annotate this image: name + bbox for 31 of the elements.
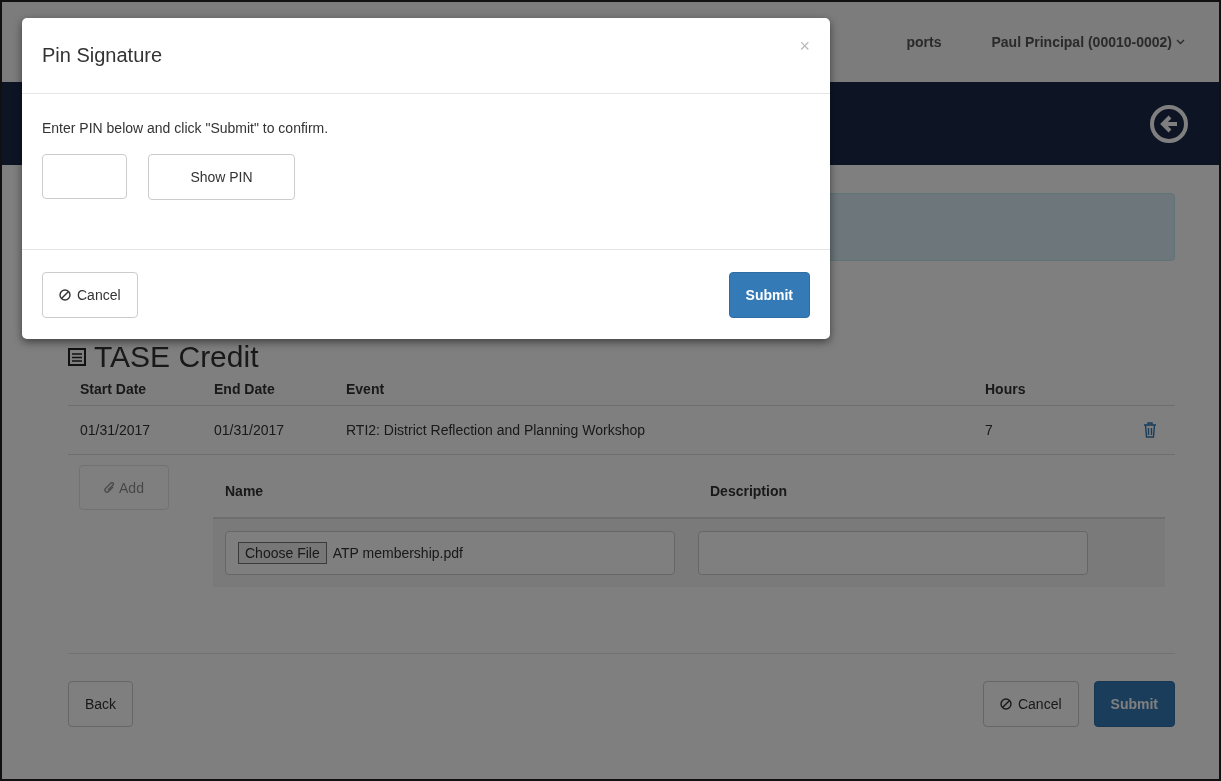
document-icon xyxy=(68,348,86,366)
nav-link[interactable]: ports xyxy=(906,34,942,50)
ban-icon xyxy=(59,288,71,301)
choose-file-button[interactable]: Choose File xyxy=(238,542,327,564)
submit-button[interactable]: Submit xyxy=(1093,681,1175,727)
submit-button[interactable]: Submit xyxy=(728,271,810,318)
pin-field[interactable] xyxy=(42,154,127,199)
dialog-title: Pin Signature xyxy=(42,44,163,67)
column-header: Event xyxy=(345,381,386,397)
table-cell-text: 01/31/2017 xyxy=(213,422,286,438)
column-header: End Date xyxy=(213,381,276,397)
table-cell-text: 7 xyxy=(984,422,994,438)
column-header: Name xyxy=(224,483,265,499)
file-input[interactable]: Choose File ATP membership.pdf xyxy=(225,531,675,575)
description-field[interactable] xyxy=(698,531,1088,575)
table-cell-text: 01/31/2017 xyxy=(79,422,152,438)
cancel-button[interactable]: Cancel xyxy=(42,271,138,318)
instruction-text: Enter PIN below and click "Submit" to confirm. xyxy=(42,120,330,136)
show-pin-button[interactable]: Show PIN xyxy=(148,154,295,200)
column-header: Hours xyxy=(984,381,1027,397)
table-cell-text: RTI2: District Reflection and Planning Workshop xyxy=(345,422,647,438)
chevron-down-icon xyxy=(1176,39,1185,45)
ban-icon xyxy=(999,698,1012,710)
trash-icon[interactable] xyxy=(1143,422,1157,438)
file-name: ATP membership.pdf xyxy=(332,545,463,561)
cancel-button[interactable]: Cancel xyxy=(982,681,1079,727)
section-title: TASE Credit xyxy=(94,340,259,374)
column-header: Description xyxy=(709,483,788,499)
back-button[interactable]: Back xyxy=(68,681,134,727)
user-menu[interactable]: Paul Principal (00010-0002) xyxy=(991,34,1185,50)
column-header: Start Date xyxy=(79,381,148,397)
